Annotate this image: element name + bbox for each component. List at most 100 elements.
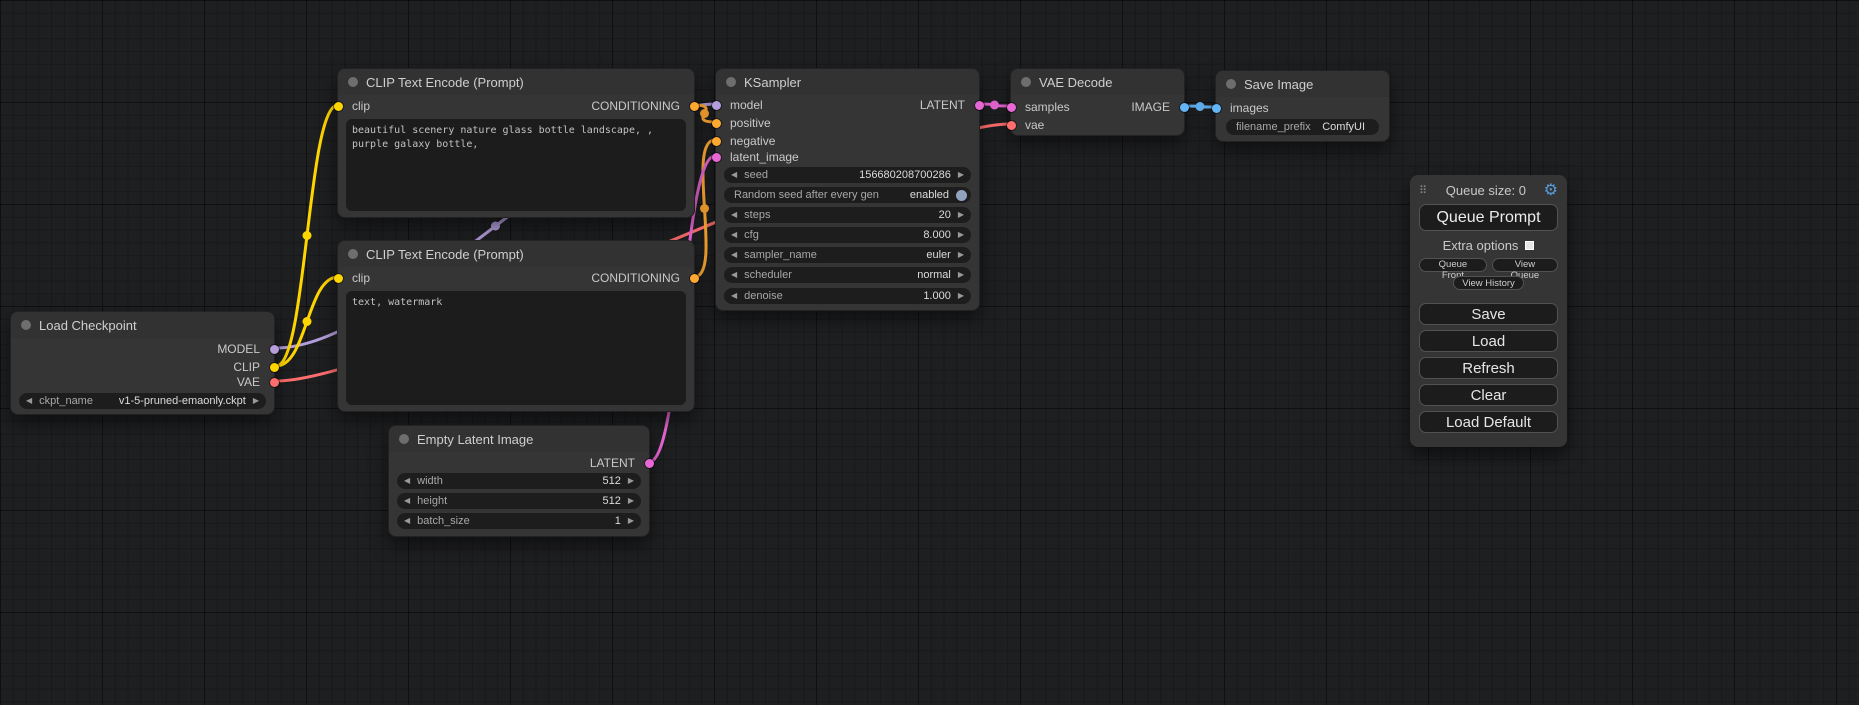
node-title-bar[interactable]: VAE Decode — [1011, 69, 1184, 95]
node-title-bar[interactable]: Save Image — [1216, 71, 1389, 97]
input-slot-vae: vae — [1011, 116, 1184, 134]
decrement-arrow-icon[interactable]: ◀ — [731, 227, 737, 243]
filename-prefix-widget[interactable]: filename_prefix ComfyUI — [1226, 119, 1379, 135]
prev-value-arrow-icon[interactable]: ◀ — [731, 247, 737, 263]
widget-label: batch_size — [417, 515, 470, 527]
next-value-arrow-icon[interactable]: ▶ — [958, 247, 964, 263]
decrement-arrow-icon[interactable]: ◀ — [731, 207, 737, 223]
prev-value-arrow-icon[interactable]: ◀ — [26, 393, 32, 409]
queue-front-button[interactable]: Queue Front — [1419, 258, 1487, 272]
latent-image-input-port[interactable] — [712, 153, 721, 162]
node-title-bar[interactable]: CLIP Text Encode (Prompt) — [338, 241, 694, 267]
clip-input-port[interactable] — [334, 102, 343, 111]
conditioning-output-port[interactable] — [690, 274, 699, 283]
clip-output-port[interactable] — [270, 363, 279, 372]
settings-gear-icon[interactable]: ⚙ — [1544, 180, 1558, 200]
node-ksampler[interactable]: KSampler model LATENT positive negative … — [715, 68, 980, 311]
collapse-dot-icon[interactable] — [348, 77, 358, 87]
increment-arrow-icon[interactable]: ▶ — [628, 493, 634, 509]
next-value-arrow-icon[interactable]: ▶ — [253, 393, 259, 409]
widget-value: euler — [926, 249, 950, 261]
collapse-dot-icon[interactable] — [21, 320, 31, 330]
decrement-arrow-icon[interactable]: ◀ — [404, 473, 410, 489]
vae-input-port[interactable] — [1007, 121, 1016, 130]
increment-arrow-icon[interactable]: ▶ — [958, 288, 964, 304]
node-title-bar[interactable]: Empty Latent Image — [389, 426, 649, 452]
decrement-arrow-icon[interactable]: ◀ — [731, 288, 737, 304]
widget-value: 1.000 — [923, 290, 951, 302]
sampler-name-widget[interactable]: ◀ sampler_name euler ▶ — [724, 247, 971, 263]
ckpt-name-widget[interactable]: ◀ ckpt_name v1-5-pruned-emaonly.ckpt ▶ — [19, 393, 266, 409]
negative-prompt-textarea[interactable]: text, watermark — [346, 291, 686, 405]
load-default-button[interactable]: Load Default — [1419, 411, 1558, 433]
slot-row: clip CONDITIONING — [338, 97, 694, 115]
node-clip-text-encode-positive[interactable]: CLIP Text Encode (Prompt) clip CONDITION… — [337, 68, 695, 218]
prev-value-arrow-icon[interactable]: ◀ — [731, 267, 737, 283]
width-widget[interactable]: ◀ width 512 ▶ — [397, 473, 641, 489]
graph-canvas[interactable]: { "colors": { "model": "#B39DDB", "clip"… — [0, 0, 1859, 705]
node-title: Save Image — [1244, 77, 1313, 92]
collapse-dot-icon[interactable] — [726, 77, 736, 87]
output-slot-model: MODEL — [11, 340, 274, 358]
output-label: CONDITIONING — [591, 269, 680, 287]
scheduler-widget[interactable]: ◀ scheduler normal ▶ — [724, 267, 971, 283]
node-title-bar[interactable]: KSampler — [716, 69, 979, 95]
view-queue-button[interactable]: View Queue — [1492, 258, 1558, 272]
cfg-widget[interactable]: ◀ cfg 8.000 ▶ — [724, 227, 971, 243]
increment-arrow-icon[interactable]: ▶ — [628, 473, 634, 489]
samples-input-port[interactable] — [1007, 103, 1016, 112]
toggle-knob-icon[interactable] — [956, 190, 967, 201]
latent-output-port[interactable] — [645, 459, 654, 468]
decrement-arrow-icon[interactable]: ◀ — [404, 493, 410, 509]
negative-input-port[interactable] — [712, 137, 721, 146]
batch-size-widget[interactable]: ◀ batch_size 1 ▶ — [397, 513, 641, 529]
image-output-port[interactable] — [1180, 103, 1189, 112]
view-history-button[interactable]: View History — [1453, 276, 1524, 290]
decrement-arrow-icon[interactable]: ◀ — [731, 167, 737, 183]
clip-input-port[interactable] — [334, 274, 343, 283]
increment-arrow-icon[interactable]: ▶ — [958, 207, 964, 223]
queue-menu-panel: ⠿ Queue size: 0 ⚙ Queue Prompt Extra opt… — [1410, 175, 1567, 447]
denoise-widget[interactable]: ◀ denoise 1.000 ▶ — [724, 288, 971, 304]
save-button[interactable]: Save — [1419, 303, 1558, 325]
node-title-bar[interactable]: CLIP Text Encode (Prompt) — [338, 69, 694, 95]
extra-options-checkbox[interactable] — [1525, 241, 1534, 250]
input-label: samples — [1025, 98, 1070, 116]
link-midpoint-dot — [303, 317, 312, 326]
collapse-dot-icon[interactable] — [1021, 77, 1031, 87]
next-value-arrow-icon[interactable]: ▶ — [958, 267, 964, 283]
decrement-arrow-icon[interactable]: ◀ — [404, 513, 410, 529]
node-save-image[interactable]: Save Image images filename_prefix ComfyU… — [1215, 70, 1390, 142]
collapse-dot-icon[interactable] — [399, 434, 409, 444]
node-empty-latent-image[interactable]: Empty Latent Image LATENT ◀ width 512 ▶ … — [388, 425, 650, 537]
model-input-port[interactable] — [712, 101, 721, 110]
node-clip-text-encode-negative[interactable]: CLIP Text Encode (Prompt) clip CONDITION… — [337, 240, 695, 412]
collapse-dot-icon[interactable] — [348, 249, 358, 259]
conditioning-output-port[interactable] — [690, 102, 699, 111]
node-title-bar[interactable]: Load Checkpoint — [11, 312, 274, 338]
positive-input-port[interactable] — [712, 119, 721, 128]
latent-output-port[interactable] — [975, 101, 984, 110]
random-seed-toggle-widget[interactable]: Random seed after every gen enabled — [724, 187, 971, 203]
increment-arrow-icon[interactable]: ▶ — [628, 513, 634, 529]
increment-arrow-icon[interactable]: ▶ — [958, 227, 964, 243]
queue-prompt-button[interactable]: Queue Prompt — [1419, 204, 1558, 231]
vae-output-port[interactable] — [270, 378, 279, 387]
height-widget[interactable]: ◀ height 512 ▶ — [397, 493, 641, 509]
clear-button[interactable]: Clear — [1419, 384, 1558, 406]
seed-widget[interactable]: ◀ seed 156680208700286 ▶ — [724, 167, 971, 183]
node-vae-decode[interactable]: VAE Decode samples IMAGE vae — [1010, 68, 1185, 136]
images-input-port[interactable] — [1212, 104, 1221, 113]
load-button[interactable]: Load — [1419, 330, 1558, 352]
collapse-dot-icon[interactable] — [1226, 79, 1236, 89]
extra-options-label: Extra options — [1443, 238, 1519, 253]
model-output-port[interactable] — [270, 345, 279, 354]
steps-widget[interactable]: ◀ steps 20 ▶ — [724, 207, 971, 223]
node-load-checkpoint[interactable]: Load Checkpoint MODEL CLIP VAE ◀ ckpt_na… — [10, 311, 275, 415]
increment-arrow-icon[interactable]: ▶ — [958, 167, 964, 183]
input-label: clip — [352, 269, 370, 287]
refresh-button[interactable]: Refresh — [1419, 357, 1558, 379]
drag-handle-icon[interactable]: ⠿ — [1419, 184, 1426, 197]
link-midpoint-dot — [491, 222, 500, 231]
positive-prompt-textarea[interactable]: beautiful scenery nature glass bottle la… — [346, 119, 686, 211]
